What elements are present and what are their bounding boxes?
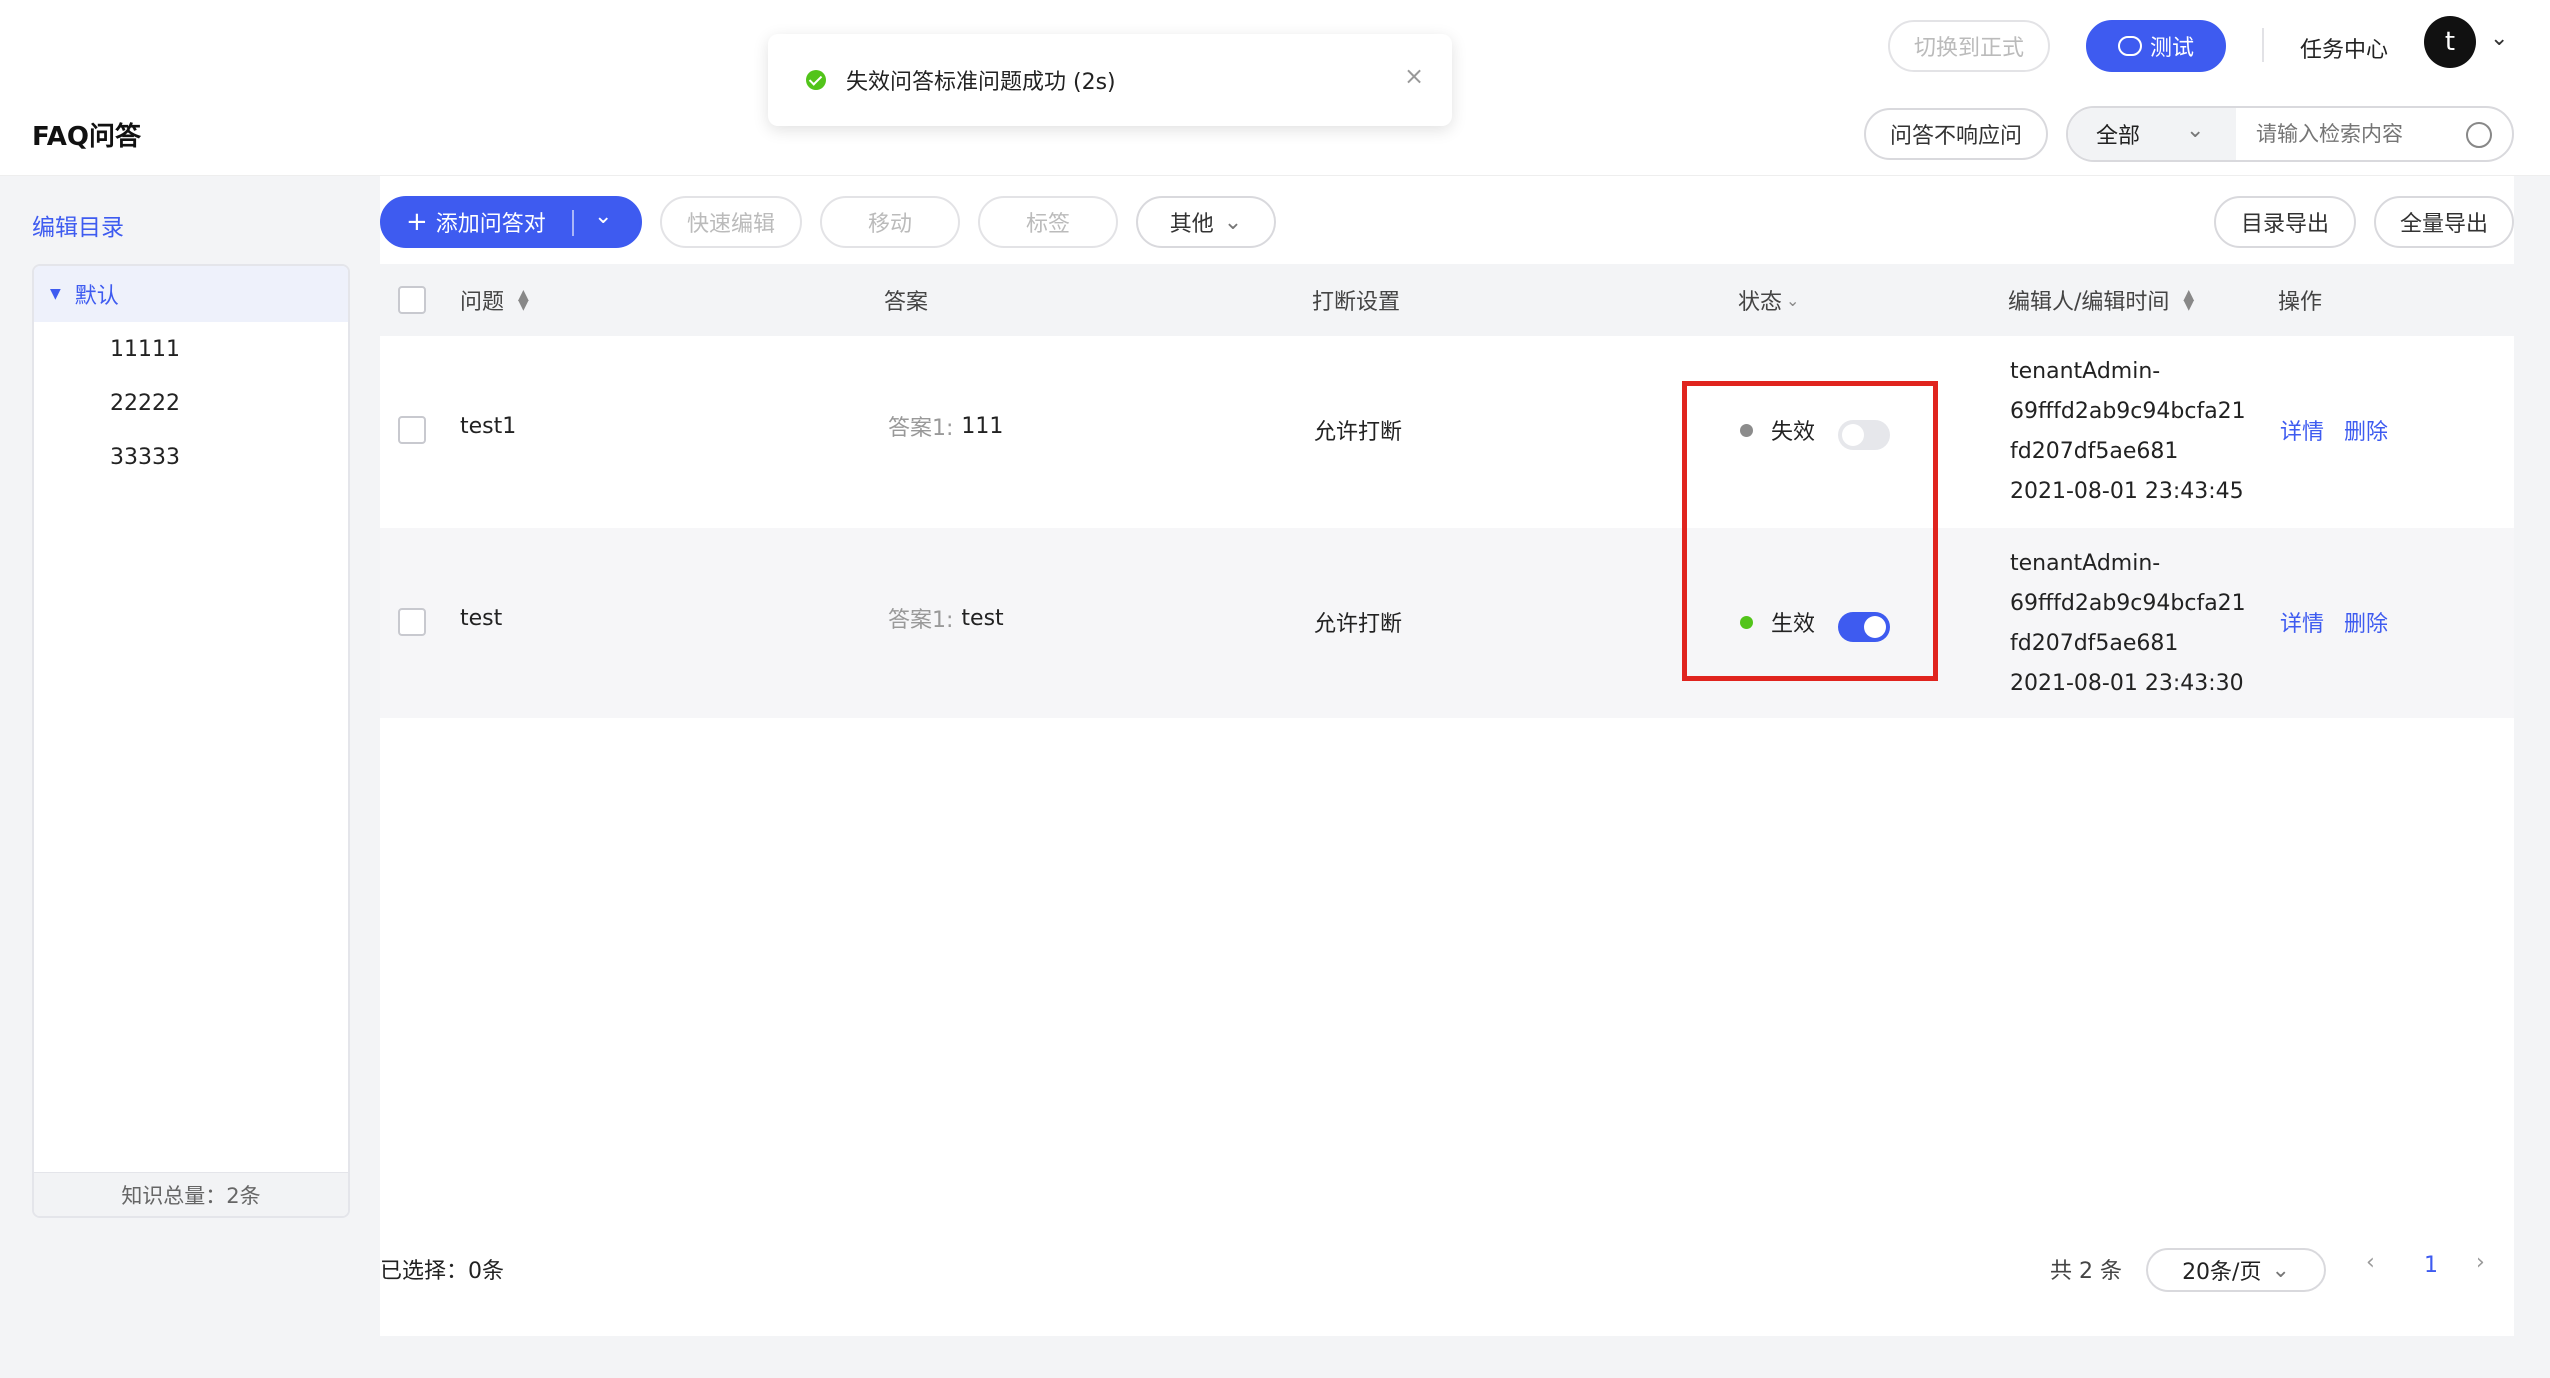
tree-item[interactable]: 33333 xyxy=(34,430,348,484)
action-cell: 详情 删除 xyxy=(2280,606,2408,638)
next-page-icon[interactable]: › xyxy=(2476,1250,2485,1275)
header-status[interactable]: 状态 ⌄ xyxy=(1738,264,1799,336)
prev-page-icon[interactable]: ‹ xyxy=(2366,1250,2375,1275)
edit-catalog-link[interactable]: 编辑目录 xyxy=(32,208,124,242)
export-all-button[interactable]: 全量导出 xyxy=(2374,196,2514,248)
plus-icon: + xyxy=(406,207,428,237)
editor-cell: tenantAdmin- 69fffd2ab9c94bcfa21 fd207df… xyxy=(2010,359,2246,504)
editor-cell: tenantAdmin- 69fffd2ab9c94bcfa21 fd207df… xyxy=(2010,551,2246,696)
sort-icon[interactable]: ▲ ▼ xyxy=(518,288,529,312)
delete-link[interactable]: 删除 xyxy=(2344,606,2388,638)
select-all-checkbox[interactable] xyxy=(398,264,426,336)
catalog-tree: ▼ 默认 11111 22222 33333 知识总量：2条 xyxy=(32,264,350,1218)
task-center-link[interactable]: 任务中心 xyxy=(2300,32,2388,64)
sort-icon[interactable]: ▲ ▼ xyxy=(2183,288,2194,312)
chevron-down-icon: ⌄ xyxy=(2186,118,2205,143)
interrupt-text: 允许打断 xyxy=(1314,612,1403,637)
check-circle-icon xyxy=(806,70,826,90)
header-question[interactable]: 问题 ▲ ▼ xyxy=(460,264,529,336)
checkbox[interactable] xyxy=(398,286,426,314)
tree-item[interactable]: 11111 xyxy=(34,322,348,376)
table-row: test1 答案1: 111 允许打断 失效 tenantAdmin- 69fff… xyxy=(380,336,2514,526)
chevron-down-icon[interactable]: ⌄ xyxy=(594,204,612,229)
detail-link[interactable]: 详情 xyxy=(2280,414,2324,446)
tree-item[interactable]: 22222 xyxy=(34,376,348,430)
status-highlight-box xyxy=(1682,381,1938,681)
chevron-down-icon: ⌄ xyxy=(1223,209,1243,235)
unresponsive-button[interactable]: 问答不响应问 xyxy=(1864,108,2048,160)
selected-count: 已选择：0条 xyxy=(380,1259,504,1284)
test-button[interactable]: 测试 xyxy=(2086,20,2226,72)
detail-link[interactable]: 详情 xyxy=(2280,606,2324,638)
page-number[interactable]: 1 xyxy=(2424,1253,2438,1278)
success-toast: 失效问答标准问题成功 (2s) × xyxy=(768,34,1452,126)
export-catalog-button[interactable]: 目录导出 xyxy=(2214,196,2356,248)
header-action: 操作 xyxy=(2278,290,2323,315)
row-checkbox[interactable] xyxy=(398,608,426,636)
header-interrupt: 打断设置 xyxy=(1312,290,1401,315)
tree-item-default[interactable]: ▼ 默认 xyxy=(34,266,348,322)
divider xyxy=(572,210,574,236)
switch-formal-button[interactable]: 切换到正式 xyxy=(1888,20,2050,72)
page-size-select[interactable]: 20条/页 ⌄ xyxy=(2146,1248,2326,1292)
chevron-down-icon[interactable]: ⌄ xyxy=(2490,26,2508,51)
avatar[interactable]: t xyxy=(2424,16,2476,68)
search-icon[interactable] xyxy=(2466,122,2492,148)
checkbox[interactable] xyxy=(398,416,426,444)
question-text: test1 xyxy=(460,414,517,439)
filter-select[interactable]: 全部 ⌄ xyxy=(2068,108,2236,160)
other-dropdown[interactable]: 其他 ⌄ xyxy=(1136,196,1276,248)
table-header: 问题 ▲ ▼ 答案 打断设置 状态 ⌄ 编辑人/编辑时间 ▲ ▼ 操作 xyxy=(380,264,2514,336)
search-group: 全部 ⌄ xyxy=(2066,106,2514,162)
search-input[interactable] xyxy=(2236,108,2456,160)
question-text: test xyxy=(460,606,503,631)
interrupt-text: 允许打断 xyxy=(1314,420,1403,445)
chat-icon xyxy=(2117,36,2142,56)
total-count: 共 2 条 xyxy=(2050,1259,2122,1284)
toast-message: 失效问答标准问题成功 (2s) xyxy=(846,70,1116,95)
action-cell: 详情 删除 xyxy=(2280,414,2408,446)
chevron-down-icon: ⌄ xyxy=(2271,1257,2290,1283)
delete-link[interactable]: 删除 xyxy=(2344,414,2388,446)
answer-cell: 答案1: 111 xyxy=(888,413,1004,442)
move-button[interactable]: 移动 xyxy=(820,196,960,248)
checkbox[interactable] xyxy=(398,608,426,636)
header-answer: 答案 xyxy=(884,290,929,315)
caret-down-icon: ▼ xyxy=(50,286,61,302)
row-checkbox[interactable] xyxy=(398,416,426,444)
table-row: test 答案1: test 允许打断 生效 tenantAdmin- 69fff… xyxy=(380,528,2514,718)
page-title: FAQ问答 xyxy=(32,122,142,152)
answer-cell: 答案1: test xyxy=(888,605,1004,634)
add-pair-button[interactable]: + 添加问答对 ⌄ xyxy=(380,196,642,248)
quick-edit-button[interactable]: 快速编辑 xyxy=(660,196,802,248)
tag-button[interactable]: 标签 xyxy=(978,196,1118,248)
close-icon[interactable]: × xyxy=(1404,62,1424,90)
divider xyxy=(2262,28,2264,62)
header-editor[interactable]: 编辑人/编辑时间 ▲ ▼ xyxy=(2008,264,2194,336)
chevron-down-icon: ⌄ xyxy=(1786,290,1800,310)
knowledge-total: 知识总量：2条 xyxy=(34,1172,348,1216)
